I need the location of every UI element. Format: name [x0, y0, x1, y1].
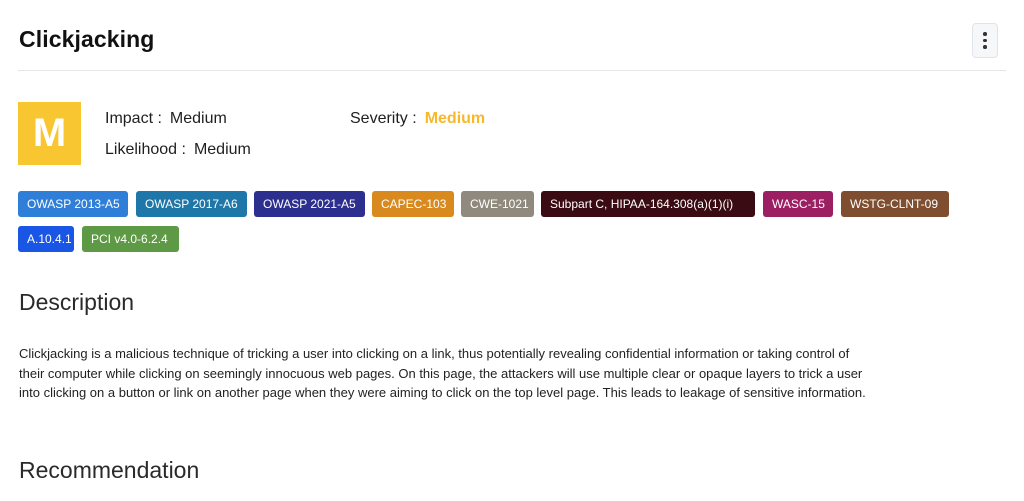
recommendation-heading: Recommendation	[19, 457, 200, 483]
kebab-menu-icon	[983, 32, 987, 36]
page-title: Clickjacking	[19, 26, 155, 52]
description-text: Clickjacking is a malicious technique of…	[19, 346, 866, 400]
severity-label: Severity :	[350, 110, 417, 127]
tag-wstg[interactable]: WSTG-CLNT-09	[841, 191, 949, 217]
description-heading: Description	[19, 289, 135, 315]
severity-letter: M	[32, 111, 67, 155]
severity-value: Medium	[424, 110, 486, 127]
tag-owasp-2021[interactable]: OWASP 2021-A5	[254, 191, 365, 217]
tag-hipaa[interactable]: Subpart C, HIPAA-164.308(a)(1)(i)	[541, 191, 755, 217]
likelihood-label: Likelihood :	[105, 141, 186, 158]
kebab-menu-icon-dot	[983, 38, 987, 43]
severity-badge: M	[18, 102, 81, 165]
more-options-button[interactable]	[972, 23, 998, 58]
tag-iso[interactable]: A.10.4.1	[18, 226, 74, 252]
impact-row: Impact : Medium	[105, 110, 227, 128]
tag-owasp-2013[interactable]: OWASP 2013-A5	[18, 191, 128, 217]
tag-pci[interactable]: PCI v4.0-6.2.4	[82, 226, 179, 252]
likelihood-row: Likelihood : Medium	[105, 141, 251, 159]
vulnerability-detail-page: Clickjacking M Impact : Medium Likelihood…	[0, 0, 1024, 501]
likelihood-value: Medium	[193, 141, 251, 158]
impact-label: Impact :	[105, 110, 162, 127]
severity-row: Severity : Medium	[350, 110, 485, 128]
tag-wasc[interactable]: WASC-15	[763, 191, 833, 217]
tag-cwe[interactable]: CWE-1021	[461, 191, 534, 217]
header-divider	[18, 70, 1006, 71]
kebab-menu-icon-dot	[983, 45, 987, 49]
tag-owasp-2017[interactable]: OWASP 2017-A6	[136, 191, 247, 217]
page-header: Clickjacking	[0, 0, 1024, 72]
impact-value: Medium	[169, 110, 227, 127]
tag-capec[interactable]: CAPEC-103	[372, 191, 454, 217]
